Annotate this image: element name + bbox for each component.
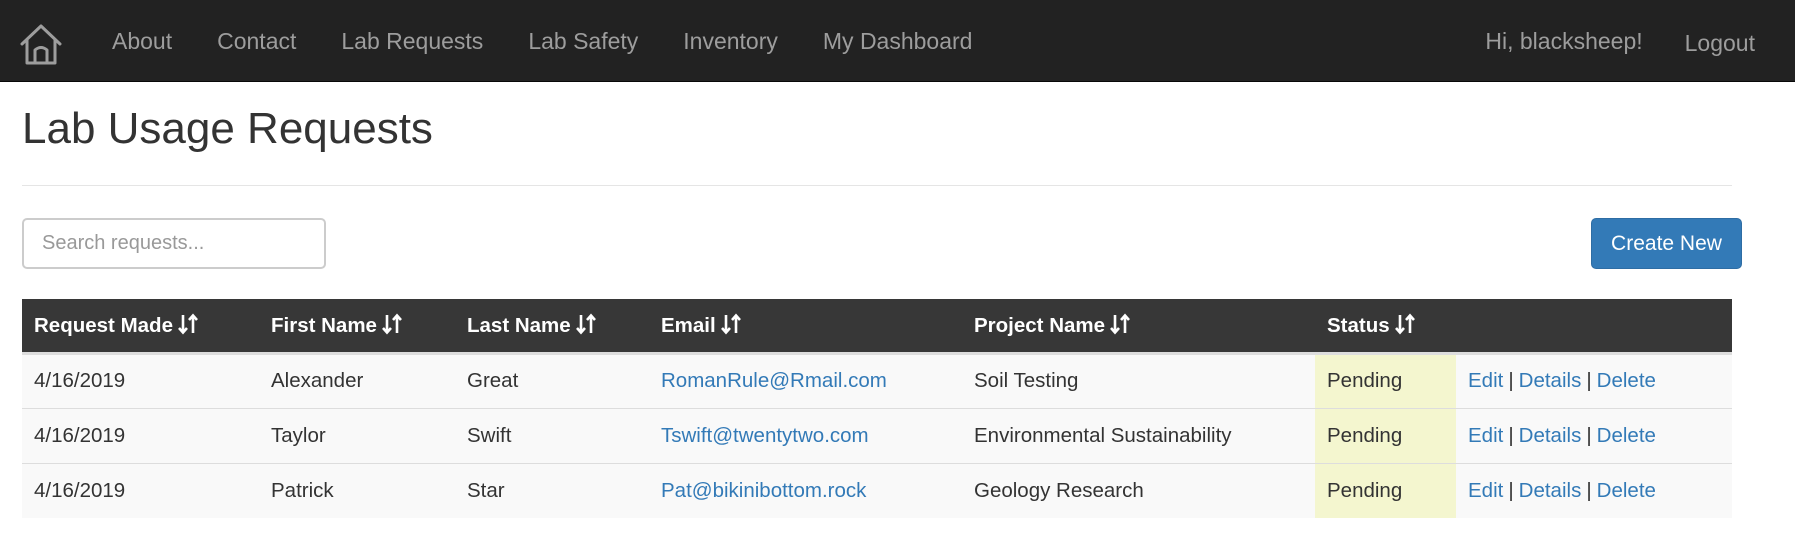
nav-inventory[interactable]: Inventory — [683, 0, 778, 82]
home-icon — [20, 24, 62, 65]
cell-request-made: 4/16/2019 — [22, 407, 259, 463]
page-title: Lab Usage Requests — [22, 104, 433, 153]
cell-first-name: Taylor — [259, 407, 455, 463]
col-header-first-name[interactable]: First Name — [259, 299, 455, 353]
action-separator: | — [1586, 369, 1592, 392]
cell-status: Pending — [1315, 462, 1456, 518]
action-separator: | — [1586, 423, 1592, 447]
email-link[interactable]: RomanRule@Rmail.com — [661, 369, 887, 392]
details-link[interactable]: Details — [1519, 424, 1582, 447]
sort-icon — [178, 313, 198, 335]
cell-last-name: Great — [455, 351, 649, 408]
cell-project-name: Soil Testing — [962, 351, 1315, 408]
col-header-status[interactable]: Status — [1315, 299, 1456, 353]
cell-request-made: 4/16/2019 — [22, 351, 259, 408]
cell-email: RomanRule@Rmail.com — [649, 351, 962, 408]
action-separator: | — [1508, 478, 1514, 502]
create-new-button[interactable]: Create New — [1591, 218, 1742, 269]
title-divider — [22, 185, 1732, 186]
cell-first-name: Patrick — [259, 462, 455, 518]
logout-link[interactable]: Logout — [1685, 26, 1755, 57]
email-link[interactable]: Tswift@twentytwo.com — [661, 424, 869, 447]
cell-project-name: Geology Research — [962, 462, 1315, 518]
cell-last-name: Star — [455, 462, 649, 518]
cell-status: Pending — [1315, 351, 1456, 408]
cell-actions: Edit | Details | Delete — [1456, 462, 1732, 518]
nav-lab-requests[interactable]: Lab Requests — [341, 0, 483, 82]
cell-email: Tswift@twentytwo.com — [649, 407, 962, 463]
cell-actions: Edit | Details | Delete — [1456, 351, 1732, 408]
delete-link[interactable]: Delete — [1597, 424, 1656, 447]
table-row: 4/16/2019 Taylor Swift Tswift@twentytwo.… — [22, 407, 1732, 463]
cell-first-name: Alexander — [259, 351, 455, 408]
col-header-last-name[interactable]: Last Name — [455, 299, 649, 353]
sort-icon — [381, 313, 402, 335]
table-header-row: Request Made First Name Last Name Email … — [22, 299, 1732, 353]
cell-actions: Edit | Details | Delete — [1456, 407, 1732, 463]
edit-link[interactable]: Edit — [1468, 479, 1503, 502]
delete-link[interactable]: Delete — [1597, 479, 1656, 502]
col-header-actions — [1456, 299, 1732, 353]
user-greeting-link[interactable]: Hi, blacksheep! — [1485, 28, 1642, 55]
action-separator: | — [1586, 478, 1592, 502]
navbar: About Contact Lab Requests Lab Safety In… — [0, 0, 1795, 82]
email-link[interactable]: Pat@bikinibottom.rock — [661, 479, 866, 502]
sort-icon — [1394, 313, 1415, 335]
edit-link[interactable]: Edit — [1468, 369, 1503, 392]
nav-user-area: Hi, blacksheep! Logout — [1485, 0, 1755, 82]
table-row: 4/16/2019 Alexander Great RomanRule@Rmai… — [22, 351, 1732, 408]
details-link[interactable]: Details — [1519, 369, 1582, 392]
edit-link[interactable]: Edit — [1468, 424, 1503, 447]
nav-my-dashboard[interactable]: My Dashboard — [823, 0, 973, 82]
nav-lab-safety[interactable]: Lab Safety — [528, 0, 638, 82]
col-header-email[interactable]: Email — [649, 299, 962, 353]
cell-email: Pat@bikinibottom.rock — [649, 462, 962, 518]
delete-link[interactable]: Delete — [1597, 369, 1656, 392]
cell-status: Pending — [1315, 407, 1456, 463]
nav-links: About Contact Lab Requests Lab Safety In… — [112, 0, 1017, 82]
cell-request-made: 4/16/2019 — [22, 462, 259, 518]
table-row: 4/16/2019 Patrick Star Pat@bikinibottom.… — [22, 462, 1732, 518]
col-header-request-made[interactable]: Request Made — [22, 299, 259, 353]
action-separator: | — [1508, 423, 1514, 447]
sort-icon — [1110, 313, 1131, 335]
requests-table: Request Made First Name Last Name Email … — [22, 299, 1732, 518]
sort-icon — [720, 313, 741, 335]
home-link[interactable] — [18, 22, 68, 68]
cell-last-name: Swift — [455, 407, 649, 463]
col-header-project-name[interactable]: Project Name — [962, 299, 1315, 353]
nav-contact[interactable]: Contact — [217, 0, 296, 82]
search-input[interactable] — [22, 218, 326, 269]
details-link[interactable]: Details — [1519, 479, 1582, 502]
cell-project-name: Environmental Sustainability — [962, 407, 1315, 463]
action-separator: | — [1508, 369, 1514, 392]
sort-icon — [575, 313, 596, 335]
nav-about[interactable]: About — [112, 0, 172, 82]
